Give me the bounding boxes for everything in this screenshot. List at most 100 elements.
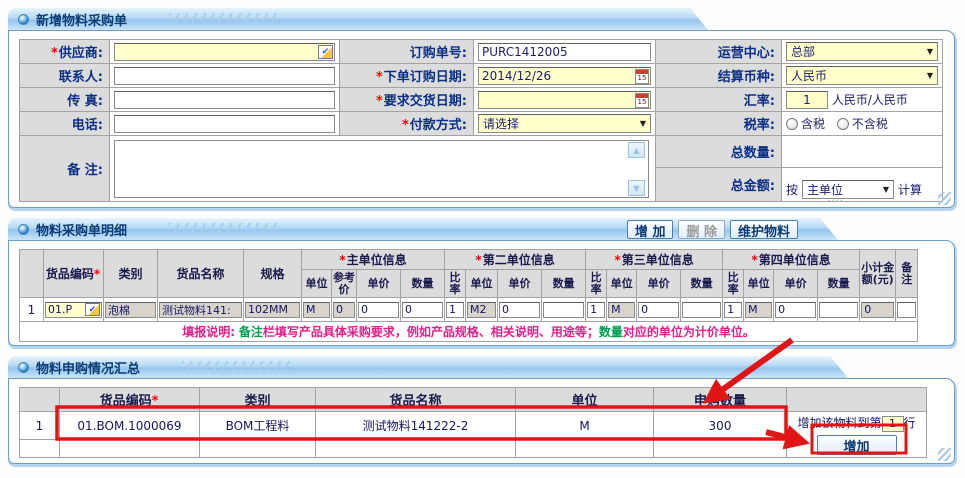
fax-input[interactable] [114,91,335,109]
ratio4-cell [723,298,744,322]
ref-price-header: 参考价 [332,270,357,298]
order-no-input[interactable] [478,43,651,61]
qty2-cell [542,298,586,322]
exchange-rate-input[interactable] [786,91,828,109]
currency-select[interactable]: 人民币▼ [786,66,938,85]
supplier-input[interactable] [114,43,335,61]
resize-grip-icon[interactable] [938,448,951,461]
form-row-5: 备 注: ▲ ▼ 总数量: [20,136,943,168]
code-lookup-icon[interactable]: ✔ [85,303,100,316]
delete-row-button[interactable]: 删 除 [678,220,725,239]
add-material-button[interactable]: 增加 [817,435,897,455]
qty4-cell [818,298,860,322]
order-detail-panel: 物料采购单明细 增 加 删 除 维护物料 货品编码* 类别 货品名称 规格 [8,218,955,346]
qty-cell: 300 [654,412,787,440]
operation-center-field-cell: 总部▼ [782,40,943,64]
unit4-header: 单位 [744,270,774,298]
add-to-row-text-before: 增加该物料到第 [797,416,881,430]
exchange-rate-field-cell: 人民币/人民币 [782,88,943,112]
fax-label: 传 真: [20,88,110,112]
name-cell: 测试物料141222-2 [316,412,516,440]
ratio4-input[interactable] [724,302,742,318]
price2-input[interactable] [499,302,540,318]
scroll-up-icon[interactable]: ▲ [628,142,645,158]
supplier-lookup-icon[interactable]: ✔ [318,45,333,59]
row-number: 1 [20,298,44,322]
summary-data-row[interactable]: 1 01.BOM.1000069 BOM工程料 测试物料141222-2 M 3… [20,412,927,440]
qty3-input[interactable] [682,302,721,318]
scroll-down-icon[interactable]: ▼ [628,180,645,196]
category-cell: BOM工程料 [200,412,316,440]
requisition-summary-panel: 物料申购情况汇总 货品编码* 类别 货品名称 单位 申购数量 1 01.BOM.… [8,356,955,464]
target-row-input[interactable] [882,416,904,432]
contact-input[interactable] [114,67,335,85]
order-form-body: *供应商: ✔ 订购单号: 运营中心: 总部▼ 联系人: *下单订购日期: 1 [8,30,955,208]
qty-header: 申购数量 [654,388,787,412]
note-cell [896,298,918,322]
row-number-header [20,250,44,298]
maintain-material-button[interactable]: 维护物料 [730,220,798,239]
detail-table: 货品编码* 类别 货品名称 规格 *主单位信息 *第二单位信息 *第三单位信息 … [19,249,918,342]
delivery-date-input[interactable] [478,91,651,109]
qty1-input[interactable] [402,302,443,318]
order-date-input[interactable] [478,67,651,85]
price3-input[interactable] [638,302,679,318]
third-unit-group-header: *第三单位信息 [586,250,723,270]
spec-input [245,302,300,318]
chevron-down-icon: ▼ [927,47,933,56]
unit2-cell [466,298,498,322]
delivery-date-field-cell: 15 [474,88,656,112]
qty4-header: 数量 [818,270,860,298]
ratio2-input[interactable] [446,302,464,318]
category-header: 类别 [200,388,316,412]
unit2-header: 单位 [466,270,498,298]
calendar-icon[interactable]: 15 [635,93,649,108]
summary-header-row: 货品编码* 类别 货品名称 单位 申购数量 [20,388,927,412]
tax-excluded-radio[interactable] [837,118,849,130]
unit1-input [303,302,330,318]
qty2-header: 数量 [542,270,586,298]
code-cell: ✔ [44,298,104,322]
required-mark: * [376,70,383,85]
unit-header: 单位 [516,388,654,412]
remark-field-cell: ▲ ▼ [110,136,656,202]
price2-cell [498,298,542,322]
qty3-cell [681,298,723,322]
resize-grip-icon[interactable] [938,192,951,205]
qty4-input[interactable] [819,302,858,318]
calendar-icon[interactable]: 15 [635,69,649,84]
order-no-field-cell [474,40,656,64]
qty2-input[interactable] [543,302,584,318]
ratio3-cell [586,298,607,322]
ratio3-header: 比率 [586,270,607,298]
form-row-2: 联系人: *下单订购日期: 15 结算币种: 人民币▼ [20,64,943,88]
note-input[interactable] [897,302,916,318]
sphere-icon [18,224,29,235]
fill-instruction: 填报说明: 备注栏填写产品具体采购要求，例如产品规格、相关说明、用途等；数量对应… [20,322,918,342]
unit-cell: M [516,412,654,440]
total-qty-label: 总数量: [656,136,782,168]
form-row-1: *供应商: ✔ 订购单号: 运营中心: 总部▼ [20,40,943,64]
ratio3-input[interactable] [587,302,605,318]
code-header: 货品编码* [60,388,200,412]
phone-input[interactable] [114,115,335,133]
operation-center-select[interactable]: 总部▼ [786,42,938,61]
required-mark: * [402,118,409,133]
payment-select[interactable]: 请选择▼ [478,114,651,133]
requisition-summary-tab: 物料申购情况汇总 [8,356,848,378]
unit1-header: 单位 [302,270,332,298]
price1-input[interactable] [358,302,399,318]
note-header: 备注 [896,250,918,298]
hatch-decoration-icon [182,361,292,374]
chevron-down-icon: ▼ [927,71,933,80]
remark-textarea[interactable] [114,140,649,198]
second-unit-group-header: *第二单位信息 [445,250,586,270]
tax-included-radio[interactable] [786,118,798,130]
price1-header: 单价 [357,270,401,298]
price4-input[interactable] [775,302,816,318]
calc-unit-select[interactable]: 主单位▼ [802,180,894,199]
new-purchase-order-tab: 新增物料采购单 [8,8,708,30]
add-row-button[interactable]: 增 加 [627,220,674,239]
order-no-label: 订购单号: [340,40,474,64]
payment-field-cell: 请选择▼ [474,112,656,136]
